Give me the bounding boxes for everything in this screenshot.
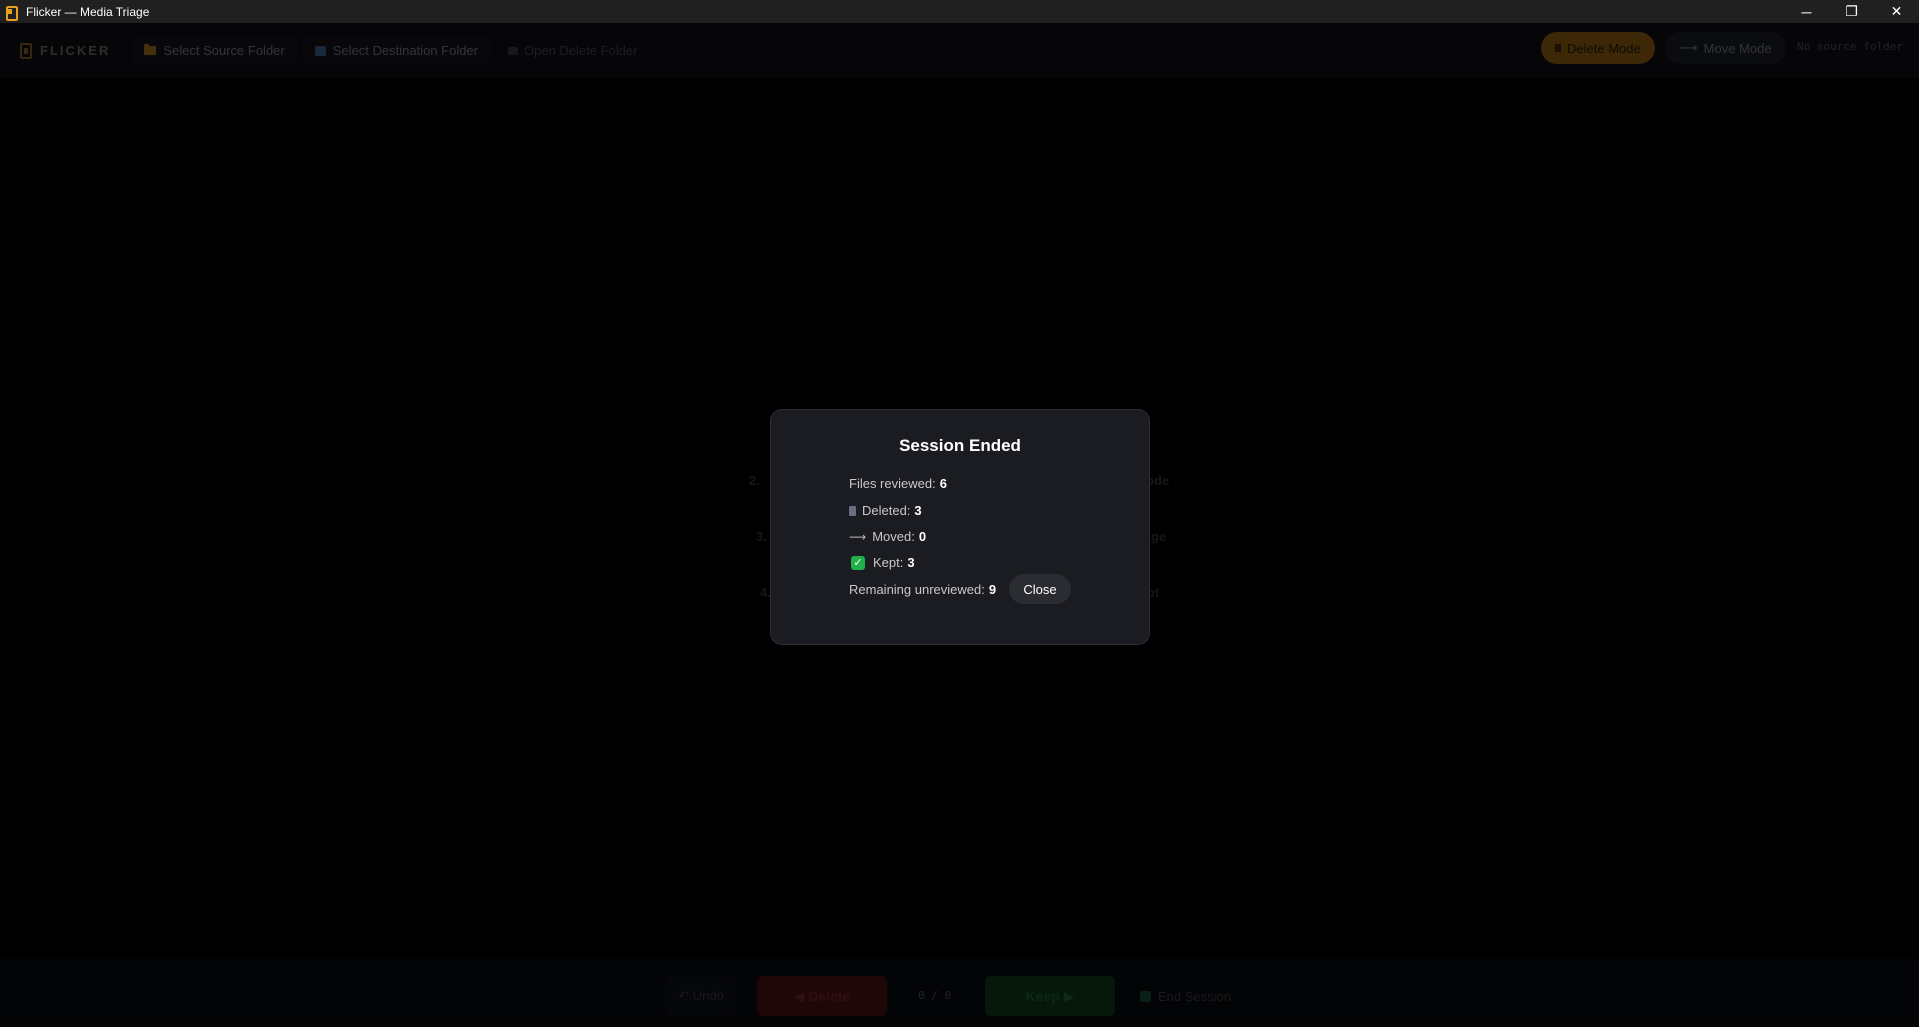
files-reviewed-label: Files reviewed: <box>849 476 936 491</box>
remaining-value: 9 <box>988 582 997 597</box>
restore-button[interactable]: ❐ <box>1829 0 1874 23</box>
moved-stat: ⟶ Moved: 0 <box>849 529 926 544</box>
window-title: Flicker — Media Triage <box>26 4 150 19</box>
deleted-value: 3 <box>914 503 922 518</box>
arrow-right-icon: ⟶ <box>849 529 867 544</box>
close-window-button[interactable]: ✕ <box>1874 0 1919 23</box>
trash-icon <box>849 505 856 516</box>
moved-label: Moved: <box>872 529 915 544</box>
remaining-stat: Remaining unreviewed: 9 <box>849 582 996 597</box>
kept-stat: ✓ Kept: 3 <box>849 555 915 570</box>
files-reviewed-value: 6 <box>939 476 947 491</box>
moved-value: 0 <box>918 529 927 544</box>
remaining-label: Remaining unreviewed: <box>849 582 985 597</box>
kept-label: Kept: <box>873 555 904 570</box>
window-controls: ─ ❐ ✕ <box>1784 0 1919 23</box>
kept-value: 3 <box>907 555 915 570</box>
deleted-stat: Deleted: 3 <box>849 503 922 518</box>
window-title-bar: Flicker — Media Triage ─ ❐ ✕ <box>0 0 1919 23</box>
dialog-title: Session Ended <box>899 436 1021 455</box>
session-ended-dialog: Session Ended Files reviewed: 6 Deleted:… <box>770 409 1150 645</box>
check-icon: ✓ <box>851 555 865 570</box>
app-icon <box>4 5 18 21</box>
close-button[interactable]: Close <box>1009 574 1071 604</box>
deleted-label: Deleted: <box>862 503 911 518</box>
minimize-button[interactable]: ─ <box>1784 0 1829 23</box>
files-reviewed-stat: Files reviewed: 6 <box>849 476 947 491</box>
